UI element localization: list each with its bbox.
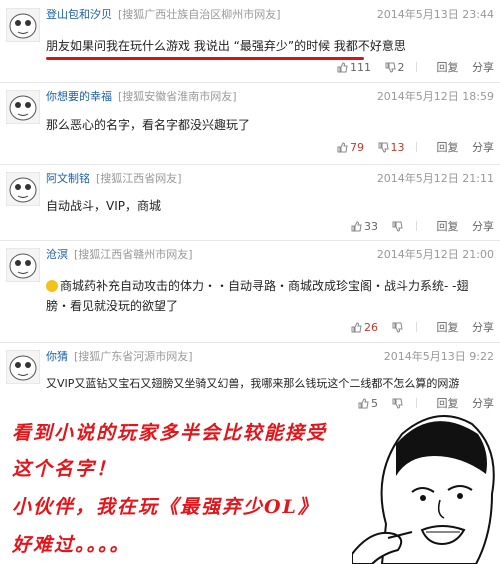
comment-text: 商城药补充自动攻击的体力・・自动寻路・商城改成珍宝阁・战斗力系统- -翅膀・看见… xyxy=(46,279,469,313)
comment-location: [搜狐安徽省淮南市网友] xyxy=(118,90,237,103)
comment-username[interactable]: 沧溟 xyxy=(46,248,68,261)
avatar[interactable] xyxy=(6,350,40,384)
share-button[interactable]: 分享 xyxy=(472,60,494,76)
comment-item: 沧溟 [搜狐江西省赣州市网友] 2014年5月12日 21:00 商城药补充自动攻击… xyxy=(0,240,500,343)
comment-item: 你猜 [搜狐广东省河源市网友] 2014年5月13日 9:22 又VIP又蓝钻又宝石… xyxy=(0,342,500,412)
share-button[interactable]: 分享 xyxy=(472,140,494,156)
comment-item: 你想要的幸福 [搜狐安徽省淮南市网友] 2014年5月12日 18:59 那么恶心的… xyxy=(0,82,500,165)
thumbs-down-icon xyxy=(385,62,396,73)
like-count: 111 xyxy=(350,61,371,74)
caption-line: 好难过。。。。 xyxy=(12,534,131,556)
comment-time: 2014年5月12日 21:11 xyxy=(376,172,494,185)
thumbs-up-icon xyxy=(351,221,362,232)
comment-item: 阿文制铭 [搜狐江西省网友] 2014年5月12日 21:11 自动战斗，VIP，商… xyxy=(0,164,500,241)
like-button[interactable]: 26 xyxy=(351,320,378,336)
comment-location: [搜狐江西省赣州市网友] xyxy=(74,248,193,261)
caption-line: 看到小说的玩家多半会比较能接受 xyxy=(12,422,328,444)
caption-line: 小伙伴，我在玩《最强弃少OL》 xyxy=(12,496,319,518)
highlight-underline xyxy=(46,57,364,60)
like-count: 79 xyxy=(350,141,364,154)
dislike-button[interactable] xyxy=(392,219,405,235)
like-button[interactable]: 79 xyxy=(337,140,364,156)
avatar[interactable] xyxy=(6,248,40,282)
reply-button[interactable]: 回复 xyxy=(437,320,459,336)
thumbs-up-icon xyxy=(337,62,348,73)
comment-time: 2014年5月12日 18:59 xyxy=(376,90,494,103)
thumbs-down-icon xyxy=(378,142,389,153)
emoji-icon xyxy=(46,280,58,292)
divider xyxy=(416,221,417,231)
comment-location: [搜狐江西省网友] xyxy=(96,172,182,185)
dislike-button[interactable]: 2 xyxy=(385,60,405,76)
comment-text: 又VIP又蓝钻又宝石又翅膀又坐骑又幻兽，我哪来那么钱玩这个二线都不怎么算的网游 xyxy=(46,377,460,390)
comment-item: 登山包和汐贝 [搜狐广西壮族自治区柳州市网友] 2014年5月13日 23:44 朋… xyxy=(0,0,500,83)
thumbs-down-icon xyxy=(392,322,403,333)
avatar[interactable] xyxy=(6,90,40,124)
comment-time: 2014年5月13日 23:44 xyxy=(376,8,494,21)
comment-text: 自动战斗，VIP，商城 xyxy=(46,199,161,213)
screenshot: 登山包和汐贝 [搜狐广西壮族自治区柳州市网友] 2014年5月13日 23:44 朋… xyxy=(0,0,500,564)
comment-text: 朋友如果问我在玩什么游戏 我说出 “最强弃少”的时候 我都不好意思 xyxy=(46,39,406,53)
caption-line: 这个名字！ xyxy=(12,458,118,480)
comment-time: 2014年5月13日 9:22 xyxy=(383,350,494,363)
comment-actions: 33 回复 分享 xyxy=(341,219,494,235)
comment-body: 商城药补充自动攻击的体力・・自动寻路・商城改成珍宝阁・战斗力系统- -翅膀・看见… xyxy=(46,276,490,316)
like-button[interactable]: 33 xyxy=(351,219,378,235)
divider xyxy=(416,62,417,72)
reply-button[interactable]: 回复 xyxy=(437,60,459,76)
comment-actions: 79 13 回复 分享 xyxy=(327,140,494,156)
reply-button[interactable]: 回复 xyxy=(437,140,459,156)
comment-username[interactable]: 阿文制铭 xyxy=(46,172,90,185)
comment-username[interactable]: 你想要的幸福 xyxy=(46,90,112,103)
share-button[interactable]: 分享 xyxy=(472,320,494,336)
rage-face-illustration xyxy=(352,415,495,564)
thumbs-down-icon xyxy=(392,221,403,232)
thumbs-up-icon xyxy=(351,322,362,333)
divider xyxy=(416,142,417,152)
comment-list: 登山包和汐贝 [搜狐广西壮族自治区柳州市网友] 2014年5月13日 23:44 朋… xyxy=(0,0,500,412)
comment-time: 2014年5月12日 21:00 xyxy=(376,248,494,261)
dislike-count: 2 xyxy=(397,61,405,74)
dislike-button[interactable]: 13 xyxy=(378,140,405,156)
reply-button[interactable]: 回复 xyxy=(437,219,459,235)
like-button[interactable]: 111 xyxy=(337,60,371,76)
divider xyxy=(416,322,417,332)
like-count: 33 xyxy=(364,220,378,233)
thumbs-up-icon xyxy=(337,142,348,153)
comment-actions: 111 2 回复 分享 xyxy=(327,60,494,76)
comment-location: [搜狐广西壮族自治区柳州市网友] xyxy=(118,8,281,21)
comment-text: 那么恶心的名字，看名字都没兴趣玩了 xyxy=(46,118,251,132)
comment-actions: 26 回复 分享 xyxy=(341,320,494,336)
dislike-button[interactable] xyxy=(392,320,405,336)
comment-location: [搜狐广东省河源市网友] xyxy=(74,350,193,363)
comment-username[interactable]: 登山包和汐贝 xyxy=(46,8,112,21)
avatar[interactable] xyxy=(6,8,40,42)
comment-username[interactable]: 你猜 xyxy=(46,350,68,363)
like-count: 26 xyxy=(364,321,378,334)
dislike-count: 13 xyxy=(390,141,405,154)
avatar[interactable] xyxy=(6,172,40,206)
share-button[interactable]: 分享 xyxy=(472,219,494,235)
